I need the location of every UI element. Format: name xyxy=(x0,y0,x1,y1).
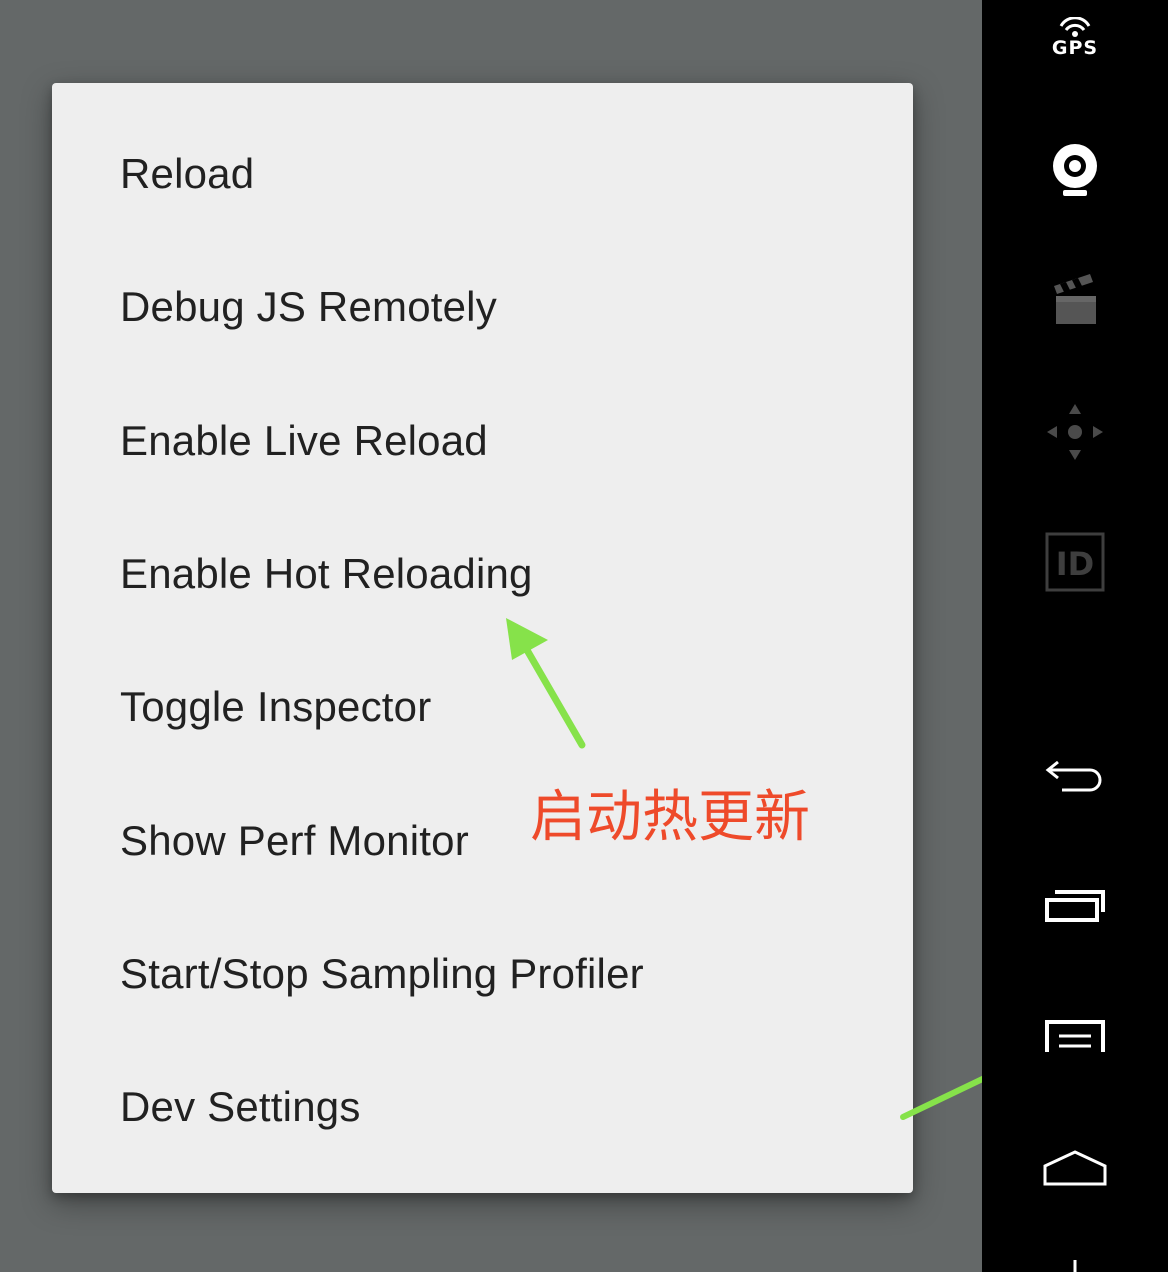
menu-button[interactable] xyxy=(982,1016,1168,1056)
gps-button[interactable]: GPS xyxy=(982,12,1168,64)
menu-item-debug-js-remotely[interactable]: Debug JS Remotely xyxy=(120,240,880,373)
id-icon: ID xyxy=(1045,532,1105,592)
menu-item-enable-live-reload[interactable]: Enable Live Reload xyxy=(120,374,880,507)
overflow-button[interactable] xyxy=(982,1256,1168,1272)
webcam-button[interactable] xyxy=(982,138,1168,202)
recent-apps-icon xyxy=(1045,890,1105,922)
annotation-label: 启动热更新 xyxy=(530,785,810,850)
dev-menu-dialog: Reload Debug JS Remotely Enable Live Rel… xyxy=(52,83,913,1193)
webcam-icon xyxy=(1053,144,1097,196)
menu-item-toggle-inspector[interactable]: Toggle Inspector xyxy=(120,640,880,773)
dpad-icon xyxy=(1047,404,1103,460)
back-button[interactable] xyxy=(982,752,1168,796)
emulator-sidebar: GPS ID xyxy=(982,0,1168,1272)
clapperboard-icon xyxy=(1054,274,1096,324)
menu-item-enable-hot-reloading[interactable]: Enable Hot Reloading xyxy=(120,507,880,640)
menu-item-reload[interactable]: Reload xyxy=(120,107,880,240)
menu-item-sampling-profiler[interactable]: Start/Stop Sampling Profiler xyxy=(120,907,880,1040)
device-id-button[interactable]: ID xyxy=(982,532,1168,592)
recent-apps-button[interactable] xyxy=(982,884,1168,928)
back-icon xyxy=(1045,760,1102,792)
home-button[interactable] xyxy=(982,1146,1168,1190)
dpad-button[interactable] xyxy=(982,398,1168,466)
menu-item-dev-settings[interactable]: Dev Settings xyxy=(120,1040,880,1173)
svg-text:ID: ID xyxy=(1056,545,1094,583)
gps-icon xyxy=(1059,17,1091,37)
menu-icon xyxy=(1045,1020,1105,1052)
gps-label: GPS xyxy=(1051,37,1099,59)
plus-icon xyxy=(1073,1260,1077,1272)
home-icon xyxy=(1043,1150,1107,1186)
screenrecord-button[interactable] xyxy=(982,268,1168,328)
